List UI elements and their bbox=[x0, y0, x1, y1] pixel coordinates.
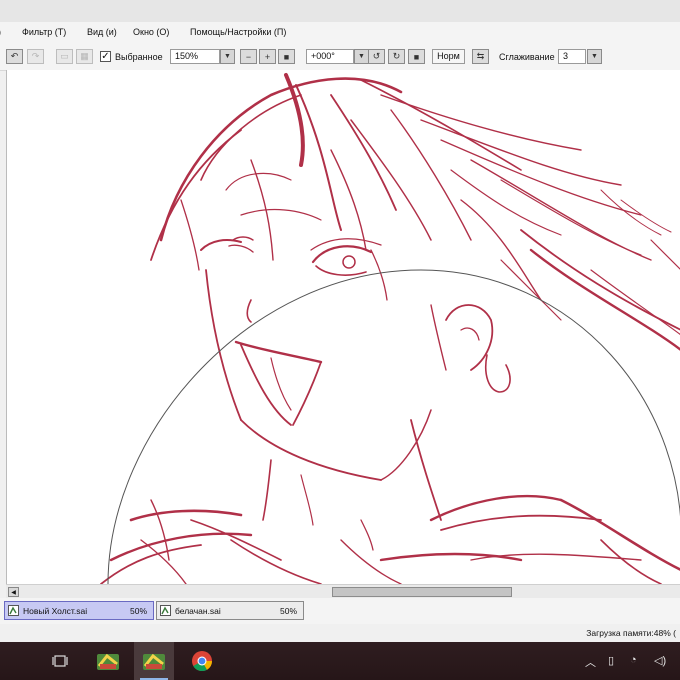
zoom-field[interactable]: 150% bbox=[170, 49, 220, 64]
rotate-cw-button[interactable]: ↻ bbox=[388, 49, 405, 64]
deselect-button[interactable]: ▭ bbox=[56, 49, 73, 64]
rotation-dropdown-button[interactable]: ▼ bbox=[354, 49, 369, 64]
flip-horizontal-icon: ⇆ bbox=[476, 51, 485, 61]
menu-item-window[interactable]: Окно (О) bbox=[133, 27, 169, 37]
volume-icon[interactable]: ◁) bbox=[654, 654, 666, 667]
flip-horizontal-button[interactable]: ⇆ bbox=[472, 49, 489, 64]
menu-item-view[interactable]: Вид (и) bbox=[87, 27, 117, 37]
smoothing-label: Сглаживание bbox=[499, 52, 555, 62]
chevron-down-icon: ▼ bbox=[358, 53, 365, 60]
chrome-icon bbox=[192, 651, 213, 672]
title-strip bbox=[0, 0, 680, 22]
task-view-icon bbox=[52, 655, 68, 667]
chevron-up-icon[interactable]: ︿ bbox=[585, 654, 596, 670]
document-tab-zoom: 50% bbox=[129, 606, 147, 616]
sketch-artwork bbox=[100, 73, 680, 584]
scrollbar-thumb[interactable] bbox=[332, 587, 512, 597]
document-tab-zoom: 50% bbox=[279, 606, 297, 616]
blend-mode-button[interactable]: Норм bbox=[432, 49, 465, 64]
scroll-left-button[interactable]: ◀ bbox=[8, 587, 19, 597]
rotation-reset-button[interactable]: ■ bbox=[408, 49, 425, 64]
document-tab-belachan[interactable]: белачан.sai 50% bbox=[156, 601, 304, 620]
menu-item-filter[interactable]: Фильтр (T) bbox=[22, 27, 66, 37]
document-tab-label: Новый Холст.sai bbox=[23, 606, 88, 616]
chevron-down-icon: ▼ bbox=[224, 53, 231, 60]
rotate-ccw-button[interactable]: ↺ bbox=[368, 49, 385, 64]
chevron-left-icon: ◀ bbox=[11, 589, 16, 596]
taskbar-app-chrome[interactable] bbox=[182, 642, 222, 680]
menu-item-partial[interactable]: ) bbox=[0, 27, 1, 37]
horizontal-scrollbar[interactable]: ◀ bbox=[6, 584, 680, 599]
redo-button[interactable]: ↷ bbox=[27, 49, 44, 64]
square-icon: ■ bbox=[283, 51, 290, 62]
menu-item-help-settings[interactable]: Помощь/Настройки (П) bbox=[190, 27, 286, 37]
undo-button[interactable]: ↶ bbox=[6, 49, 23, 64]
toolbar: ↶ ↷ ▭ ▦ ✓ Выбранное 150% ▼ − + ■ +000° ▼… bbox=[0, 44, 680, 71]
invert-selection-icon: ▦ bbox=[80, 51, 89, 61]
redo-icon: ↷ bbox=[31, 51, 40, 61]
minus-icon: − bbox=[245, 51, 252, 62]
document-tab-new-canvas[interactable]: Новый Холст.sai 50% bbox=[4, 601, 154, 620]
zoom-out-button[interactable]: − bbox=[240, 49, 257, 64]
device-icon[interactable]: ▯ bbox=[608, 654, 614, 667]
windows-taskbar: ︿ ▯ ◔ ◁) bbox=[0, 642, 680, 680]
task-view-button[interactable] bbox=[40, 642, 80, 680]
undo-icon: ↶ bbox=[10, 51, 19, 61]
zoom-reset-button[interactable]: ■ bbox=[278, 49, 295, 64]
network-icon[interactable]: ◔ bbox=[630, 654, 637, 666]
selected-label: Выбранное bbox=[115, 52, 163, 62]
deselect-icon: ▭ bbox=[60, 51, 69, 61]
menu-bar: ) Фильтр (T) Вид (и) Окно (О) Помощь/Нас… bbox=[0, 22, 680, 45]
rotate-cw-icon: ↻ bbox=[392, 51, 401, 61]
smoothing-field[interactable]: 3 bbox=[558, 49, 586, 64]
zoom-in-button[interactable]: + bbox=[259, 49, 276, 64]
taskbar-app-sai-2[interactable] bbox=[134, 642, 174, 680]
canvas[interactable] bbox=[6, 70, 680, 584]
canvas-file-icon bbox=[8, 605, 19, 616]
selected-checkbox[interactable]: ✓ bbox=[100, 51, 111, 62]
rotation-field[interactable]: +000° bbox=[306, 49, 354, 64]
chevron-down-icon: ▼ bbox=[591, 53, 598, 60]
rotate-ccw-icon: ↺ bbox=[372, 51, 381, 61]
smoothing-dropdown-button[interactable]: ▼ bbox=[587, 49, 602, 64]
canvas-file-icon bbox=[160, 605, 171, 616]
taskbar-app-sai-1[interactable] bbox=[88, 642, 128, 680]
paint-tool-sai-icon bbox=[143, 653, 165, 670]
paint-tool-sai-icon bbox=[97, 653, 119, 670]
document-tabs-bar: Новый Холст.sai 50% белачан.sai 50% bbox=[0, 598, 680, 624]
document-tab-label: белачан.sai bbox=[175, 606, 221, 616]
memory-usage-text: Загрузка памяти:48% ( bbox=[586, 628, 676, 638]
square-icon: ■ bbox=[413, 51, 420, 62]
zoom-dropdown-button[interactable]: ▼ bbox=[220, 49, 235, 64]
invert-selection-button[interactable]: ▦ bbox=[76, 49, 93, 64]
status-bar: Загрузка памяти:48% ( bbox=[0, 624, 680, 642]
plus-icon: + bbox=[264, 51, 271, 62]
checkmark-icon: ✓ bbox=[101, 51, 110, 62]
